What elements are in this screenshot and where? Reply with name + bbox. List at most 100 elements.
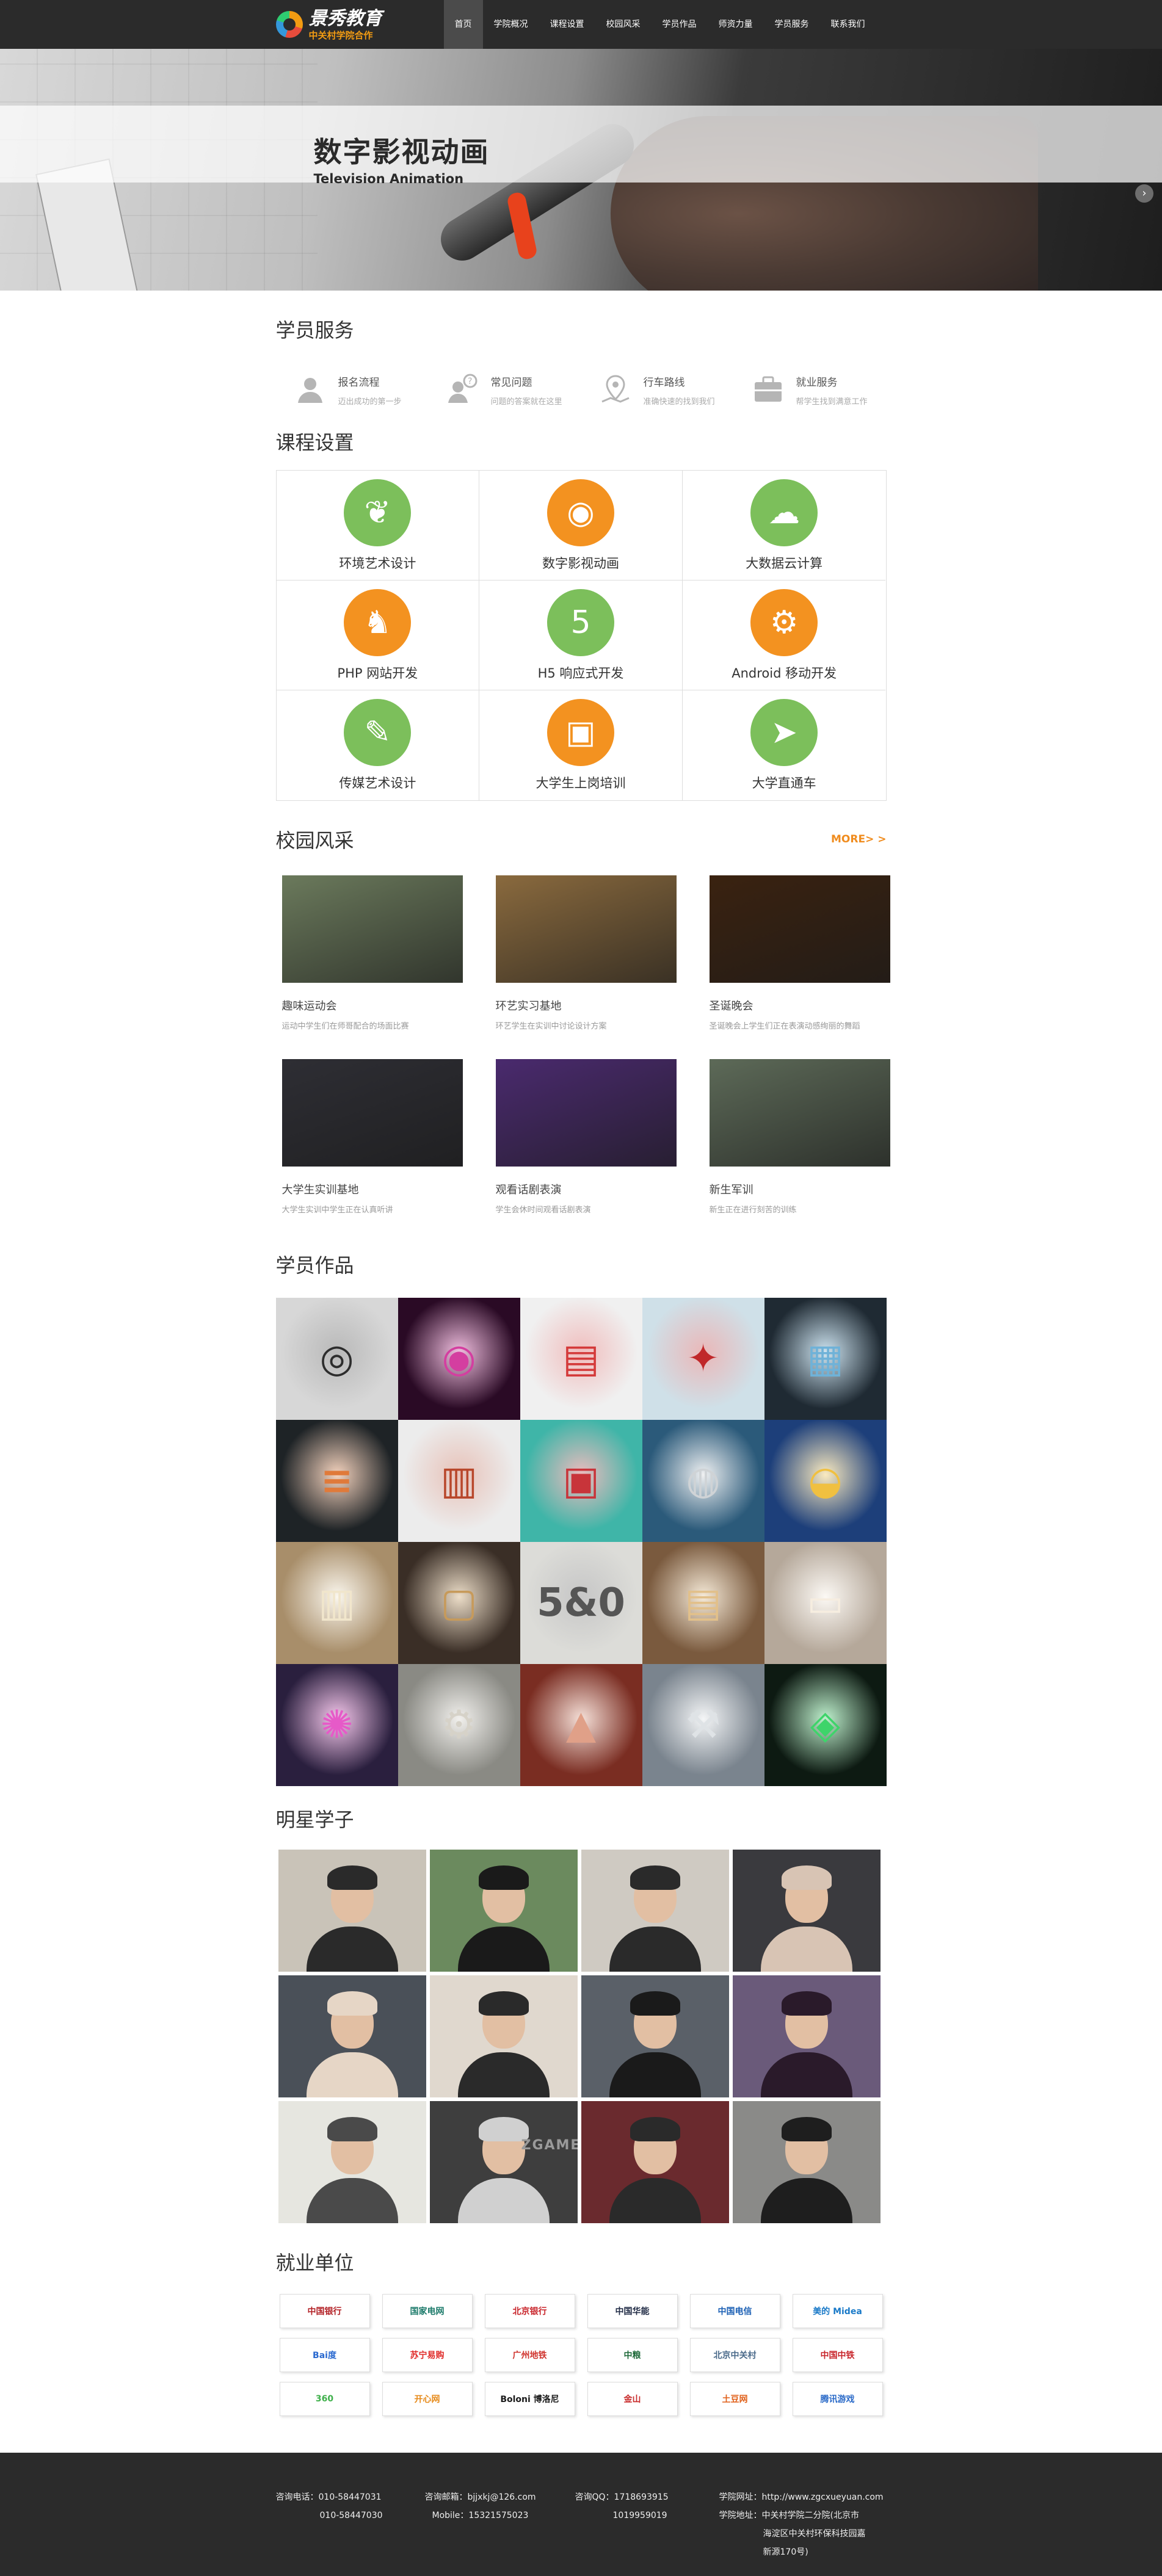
campus-photo[interactable] xyxy=(495,1059,677,1167)
course-card[interactable]: 5 H5 响应式开发 xyxy=(479,581,683,690)
dark-ui-kit[interactable]: ▦ xyxy=(764,1298,887,1420)
employer-logo[interactable]: 开心网 xyxy=(382,2382,473,2416)
nav-item-home[interactable]: 首页 xyxy=(443,0,483,49)
course-card[interactable]: ➤ 大学直通车 xyxy=(683,690,886,800)
employer-logo[interactable]: Boloni 博洛尼 xyxy=(484,2382,575,2416)
employer-logo[interactable]: 中国中铁 xyxy=(792,2338,883,2372)
site-logo[interactable]: 景秀教育 中关村学院合作 xyxy=(275,8,444,41)
employer-logo[interactable]: 金山 xyxy=(587,2382,678,2416)
blue-bag-icon[interactable]: ◒ xyxy=(764,1420,887,1542)
campus-card-title[interactable]: 观看话剧表演 xyxy=(496,1181,679,1197)
student-photo[interactable] xyxy=(278,2101,426,2223)
restaurant-interior[interactable]: ▤ xyxy=(642,1542,764,1664)
nav-item-teachers[interactable]: 师资力量 xyxy=(708,0,764,49)
courses-section: 课程设置 ❦ 环境艺术设计 ◉ 数字影视动画 ☁ 大数据云计算 ♞ PHP 网站开发 5 H5 响… xyxy=(275,421,887,801)
nav-item-works[interactable]: 学员作品 xyxy=(652,0,708,49)
nav-item-about[interactable]: 学院概况 xyxy=(483,0,539,49)
course-card[interactable]: ▣ 大学生上岗培训 xyxy=(479,690,683,800)
student-photo[interactable] xyxy=(429,1850,578,1972)
campus-card[interactable]: 圣诞晚会 圣诞晚会上学生们正在表演动感绚丽的舞蹈 xyxy=(709,875,893,1031)
campus-photo[interactable] xyxy=(281,1059,463,1167)
employer-logo[interactable]: 北京银行 xyxy=(484,2294,575,2328)
campus-card[interactable]: 环艺实习基地 环艺学生在实训中讨论设计方案 xyxy=(495,875,679,1031)
course-card[interactable]: ♞ PHP 网站开发 xyxy=(276,581,480,690)
course-card[interactable]: ❦ 环境艺术设计 xyxy=(276,471,480,581)
campus-photo[interactable] xyxy=(281,875,463,983)
campus-photo[interactable] xyxy=(495,875,677,983)
portrait-hair xyxy=(327,1865,377,1890)
service-route[interactable]: 行车路线 准确快速的找到我们 xyxy=(581,372,734,421)
white-office-interior[interactable]: 5&0 xyxy=(520,1542,642,1664)
bird-character[interactable]: ✦ xyxy=(642,1298,764,1420)
dark-lobby-interior[interactable]: ▢ xyxy=(398,1542,520,1664)
course-card[interactable]: ⚙ Android 移动开发 xyxy=(682,581,886,690)
student-photo[interactable] xyxy=(732,1850,881,1972)
employer-logo[interactable]: 美的 Midea xyxy=(792,2294,883,2328)
student-photo[interactable] xyxy=(732,1975,881,2097)
employer-logo[interactable]: 中国电信 xyxy=(689,2294,780,2328)
campus-card-title[interactable]: 环艺实习基地 xyxy=(496,997,679,1013)
employer-logo[interactable]: Bai度 xyxy=(279,2338,370,2372)
retro-bus-icon[interactable]: ▣ xyxy=(520,1420,642,1542)
employer-logo[interactable]: 中粮 xyxy=(587,2338,678,2372)
student-photo[interactable] xyxy=(278,1975,426,2097)
campus-card[interactable]: 观看话剧表演 学生会休时间观看话剧表演 xyxy=(495,1059,679,1215)
portrait-hair xyxy=(781,1865,832,1890)
pink-robot-icon[interactable]: ◉ xyxy=(398,1298,520,1420)
green-machine-render[interactable]: ◈ xyxy=(764,1664,887,1786)
nav-item-campus[interactable]: 校园风采 xyxy=(595,0,652,49)
campus-card-title[interactable]: 趣味运动会 xyxy=(282,997,465,1013)
service-career[interactable]: 就业服务 帮学生找到满意工作 xyxy=(734,372,887,421)
campus-card[interactable]: 新生军训 新生正在进行刻苦的训练 xyxy=(709,1059,893,1215)
nav-item-services[interactable]: 学员服务 xyxy=(764,0,820,49)
student-photo[interactable]: ZGAME xyxy=(429,2101,578,2223)
nav-item-contact[interactable]: 联系我们 xyxy=(820,0,876,49)
shopping-app-screens[interactable]: ▤ xyxy=(520,1298,642,1420)
footer-site-line[interactable]: 学院网址：http://www.zgcxueyuan.com xyxy=(719,2488,887,2506)
employer-logo[interactable]: 苏宁易购 xyxy=(382,2338,473,2372)
campus-card-title[interactable]: 新生军训 xyxy=(710,1181,893,1197)
campus-photo[interactable] xyxy=(709,1059,890,1167)
employer-logo[interactable]: 中国银行 xyxy=(279,2294,370,2328)
living-room-interior[interactable]: ▭ xyxy=(764,1542,887,1664)
robot-model-render[interactable]: ⚙ xyxy=(398,1664,520,1786)
portrait-hair xyxy=(478,1865,529,1890)
student-photo[interactable] xyxy=(581,1850,729,1972)
student-photo[interactable] xyxy=(429,1975,578,2097)
service-signup[interactable]: 报名流程 迈出成功的第一步 xyxy=(276,372,429,421)
course-card[interactable]: ☁ 大数据云计算 xyxy=(682,471,886,581)
course-label: 大学生上岗培训 xyxy=(536,776,626,791)
slider-ui-kit[interactable]: ≡ xyxy=(275,1420,398,1542)
employer-logo[interactable]: 360 xyxy=(279,2382,370,2416)
employer-logo[interactable]: 广州地铁 xyxy=(484,2338,575,2372)
banner-next-arrow-icon[interactable]: › xyxy=(1135,184,1153,203)
safe-box-icon[interactable]: ◍ xyxy=(642,1420,764,1542)
nav-item-courses[interactable]: 课程设置 xyxy=(539,0,595,49)
food-app-screens[interactable]: ▥ xyxy=(398,1420,520,1542)
employer-logo[interactable]: 腾讯游戏 xyxy=(792,2382,883,2416)
student-photo[interactable] xyxy=(278,1850,426,1972)
campus-card-title[interactable]: 大学生实训基地 xyxy=(282,1181,465,1197)
mars-scene-render[interactable]: ▲ xyxy=(520,1664,642,1786)
fantasy-city-render[interactable]: ✺ xyxy=(275,1664,398,1786)
employer-logo[interactable]: 国家电网 xyxy=(382,2294,473,2328)
course-card[interactable]: ✎ 传媒艺术设计 xyxy=(277,690,480,800)
student-photo[interactable] xyxy=(581,1975,729,2097)
camera-app-icon[interactable]: ◎ xyxy=(275,1298,398,1420)
campus-card-title[interactable]: 圣诞晚会 xyxy=(710,997,893,1013)
campus-card[interactable]: 大学生实训基地 大学生实训中学生正在认真听讲 xyxy=(281,1059,465,1215)
campus-photo[interactable] xyxy=(709,875,890,983)
student-photo[interactable] xyxy=(732,2101,881,2223)
employer-logo[interactable]: 土豆网 xyxy=(689,2382,780,2416)
mech-model-render[interactable]: ⚒ xyxy=(642,1664,764,1786)
footer-email-line[interactable]: 咨询邮箱：bjjxkj@126.com xyxy=(425,2488,575,2506)
works-grid: ◎ ◉ ▤ ✦ ▦ ≡ ▥ ▣ ◍ ◒ ▥ ▢ 5&0 ▤ ▭ ✺ ⚙ ▲ ⚒ ◈ xyxy=(275,1298,887,1786)
employer-logo[interactable]: 北京中关村 xyxy=(689,2338,780,2372)
campus-card[interactable]: 趣味运动会 运动中学生们在师哥配合的场面比赛 xyxy=(281,875,465,1031)
course-card[interactable]: ◉ 数字影视动画 xyxy=(479,471,683,581)
campus-more-link[interactable]: MORE> > xyxy=(831,833,886,845)
library-interior[interactable]: ▥ xyxy=(275,1542,398,1664)
student-photo[interactable] xyxy=(581,2101,729,2223)
employer-logo[interactable]: 中国华能 xyxy=(587,2294,678,2328)
service-faq[interactable]: ? 常见问题 问题的答案就在这里 xyxy=(429,372,581,421)
